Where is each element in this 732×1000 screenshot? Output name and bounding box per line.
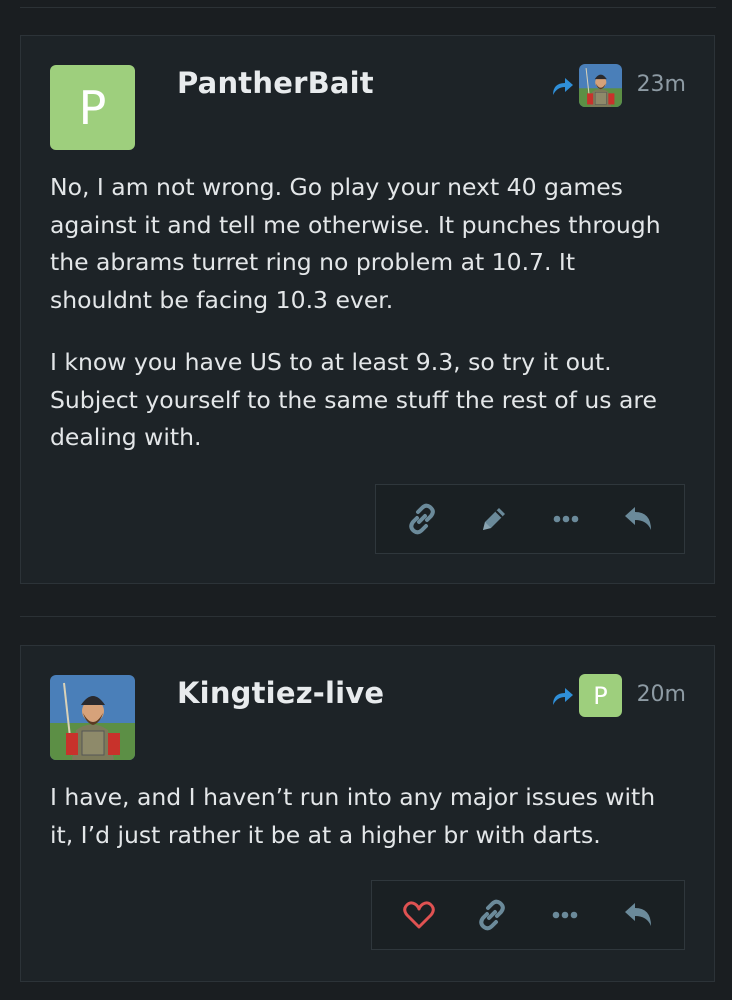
reply-to-avatar (579, 64, 622, 107)
post-paragraph: No, I am not wrong. Go play your next 40… (50, 173, 661, 314)
post-time[interactable]: 20m (637, 682, 686, 707)
username[interactable]: Kingtiez-live (177, 676, 384, 710)
more-button[interactable] (542, 495, 590, 543)
more-button[interactable] (541, 891, 589, 939)
reply-to-indicator[interactable]: P (549, 674, 622, 717)
knight-avatar-icon (50, 675, 135, 760)
post-paragraph: I know you have US to at least 9.3, so t… (50, 348, 658, 451)
post-time[interactable]: 23m (637, 72, 686, 97)
reply-to-avatar-letter: P (593, 681, 608, 710)
more-icon (552, 911, 577, 919)
like-button[interactable] (395, 891, 443, 939)
reply-button[interactable] (614, 891, 662, 939)
link-button[interactable] (468, 891, 516, 939)
username[interactable]: PantherBait (177, 66, 374, 100)
post-body: I have, and I haven’t run into any major… (50, 779, 684, 854)
knight-avatar-icon (579, 64, 622, 107)
post-actions (375, 484, 685, 554)
top-divider (20, 7, 716, 8)
avatar-letter: P (78, 80, 107, 135)
pencil-icon (483, 508, 505, 530)
reply-button[interactable] (614, 495, 662, 543)
heart-icon (402, 901, 435, 929)
reply-icon (624, 903, 651, 926)
link-icon (409, 503, 435, 535)
reply-arrow-icon (553, 687, 573, 705)
link-icon (478, 899, 505, 931)
post-actions (371, 880, 685, 950)
post-kingtiez: Kingtiez-live P 20m I have, and I haven’… (20, 645, 715, 982)
post-pantherbait: P PantherBait 23m No, I am not wrong. Go… (20, 35, 715, 584)
avatar[interactable]: P (50, 65, 135, 150)
reply-arrow-icon (553, 77, 573, 95)
reply-to-indicator[interactable] (549, 64, 622, 107)
avatar[interactable] (50, 675, 135, 760)
post-divider (20, 616, 716, 617)
more-icon (553, 515, 579, 523)
reply-to-avatar: P (579, 674, 622, 717)
post-paragraph: I have, and I haven’t run into any major… (50, 783, 656, 849)
link-button[interactable] (398, 495, 446, 543)
edit-button[interactable] (470, 495, 518, 543)
post-body: No, I am not wrong. Go play your next 40… (50, 169, 684, 457)
reply-icon (625, 507, 651, 530)
